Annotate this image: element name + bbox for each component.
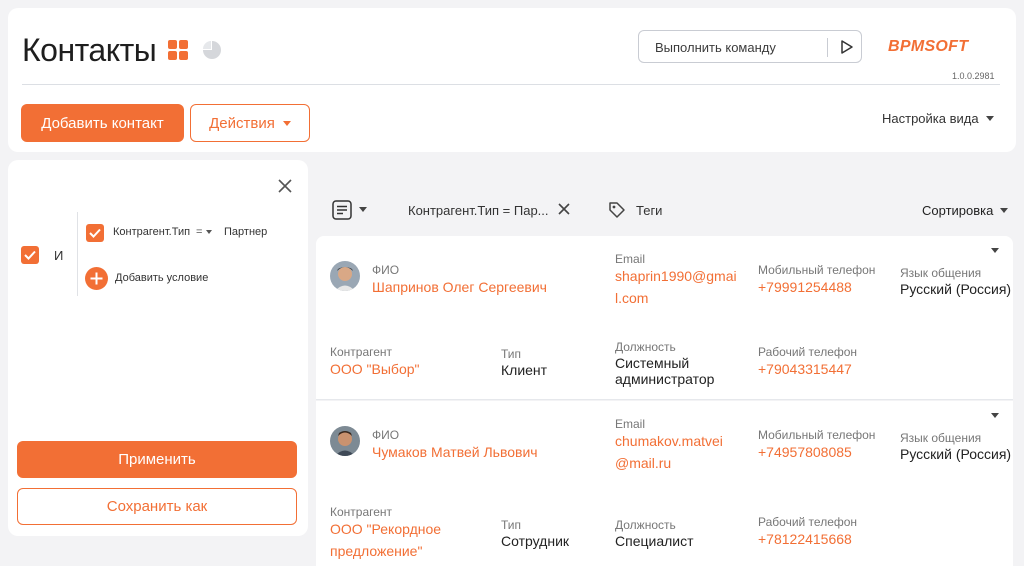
condition-value[interactable]: Партнер [224,226,267,238]
group-checkbox[interactable] [21,246,39,264]
actions-label: Действия [209,114,275,132]
sort-label: Сортировка [922,203,994,218]
position-value-cont: администратор [615,371,715,387]
mobile-phone-link[interactable]: +79991254488 [758,277,852,297]
apply-button[interactable]: Применить [17,441,297,478]
tag-icon[interactable] [607,200,627,220]
plus-icon[interactable] [85,267,108,290]
active-filter-chip[interactable]: Контрагент.Тип = Пар... [408,203,549,218]
work-phone-link[interactable]: +78122415668 [758,529,852,549]
sort-button[interactable]: Сортировка [922,203,1009,218]
command-separator [827,38,828,57]
mobile-label: Мобильный телефон [758,428,876,442]
version-label: 1.0.0.2981 [952,71,995,81]
tags-button[interactable]: Теги [636,203,662,218]
condition-field[interactable]: Контрагент.Тип [113,226,190,238]
email-link-cont[interactable]: @mail.ru [615,453,671,473]
header-panel: Контакты Выполнить команду BPMSOFT 1.0.0… [8,8,1016,152]
type-label: Тип [501,347,522,361]
email-label: Email [615,252,646,266]
contact-name-link[interactable]: Шапринов Олег Сергеевич [372,277,547,297]
condition-operator-label: = [196,226,203,238]
list-item[interactable]: ФИО Шапринов Олег Сергеевич Email shapri… [316,236,1013,400]
actions-button[interactable]: Действия [190,104,310,142]
type-label: Тип [501,518,522,532]
chevron-down-icon[interactable] [991,413,999,418]
position-label: Должность [615,518,676,532]
command-line[interactable]: Выполнить команду [638,30,862,63]
work-phone-link[interactable]: +79043315447 [758,359,852,379]
work-phone-label: Рабочий телефон [758,345,858,359]
language-label: Язык общения [900,266,982,280]
email-link-cont[interactable]: l.com [615,288,648,308]
avatar [330,261,360,291]
dashboard-pie-icon[interactable] [202,40,222,60]
condition-checkbox[interactable] [86,224,104,242]
email-link[interactable]: chumakov.matvei [615,431,723,451]
position-label: Должность [615,340,676,354]
account-link[interactable]: ООО "Выбор" [330,359,420,379]
save-as-button[interactable]: Сохранить как [17,488,297,525]
language-label: Язык общения [900,431,982,445]
filter-panel: И Контрагент.Тип = Партнер Добавить усло… [8,160,308,536]
fio-label: ФИО [372,428,400,442]
work-phone-label: Рабочий телефон [758,515,858,529]
add-contact-button[interactable]: Добавить контакт [21,104,184,142]
email-link[interactable]: shaprin1990@gmai [615,266,737,286]
view-settings-label: Настройка вида [882,111,979,126]
avatar [330,426,360,456]
account-label: Контрагент [330,345,393,359]
mobile-phone-link[interactable]: +74957808085 [758,442,852,462]
grid-view-icon[interactable] [168,40,188,60]
header-divider [22,84,1000,85]
type-value: Сотрудник [501,533,570,549]
email-label: Email [615,417,646,431]
account-label: Контрагент [330,505,393,519]
type-value: Клиент [501,362,548,378]
mobile-label: Мобильный телефон [758,263,876,277]
view-settings-button[interactable]: Настройка вида [882,111,994,126]
list-item[interactable]: ФИО Чумаков Матвей Львович Email chumako… [316,401,1013,566]
chevron-down-icon[interactable] [991,248,999,253]
list-view-icon[interactable] [331,199,353,221]
position-value: Системный [615,355,690,371]
account-link[interactable]: ООО "Рекордное [330,519,441,539]
group-bracket [77,212,78,296]
chevron-down-icon [282,120,291,126]
chevron-down-icon [206,230,213,234]
chevron-down-icon [985,116,994,121]
account-link-cont[interactable]: предложение" [330,541,422,561]
brand-logo: BPMSOFT [888,38,969,55]
command-input[interactable]: Выполнить команду [655,40,776,55]
condition-operator[interactable]: = [196,226,213,238]
contact-name-link[interactable]: Чумаков Матвей Львович [372,442,538,462]
chevron-down-icon [1000,208,1009,213]
page-title: Контакты [22,32,157,68]
position-value: Специалист [615,533,694,549]
run-command-icon[interactable] [837,38,855,56]
add-condition-link[interactable]: Добавить условие [115,272,208,284]
close-icon[interactable] [276,177,294,195]
remove-filter-icon[interactable] [557,202,571,216]
language-value: Русский (Россия) [900,446,1012,462]
fio-label: ФИО [372,263,400,277]
chevron-down-icon[interactable] [359,207,367,212]
group-operator[interactable]: И [54,248,63,263]
language-value: Русский (Россия) [900,281,1012,297]
